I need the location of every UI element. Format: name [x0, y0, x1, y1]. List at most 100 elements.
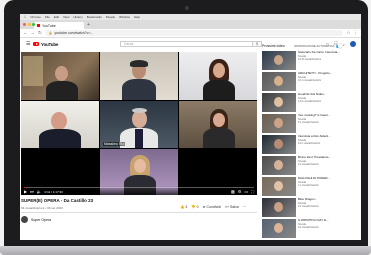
recommended-video[interactable]: ARCHITETTI - Progetto... Scuola 3,1 k visu… [262, 72, 342, 92]
participant-name-tag: Massimo Ruí [103, 142, 126, 146]
video-player[interactable]: Massimo Ruí ▶ ⏭ 🔈 0:11 / 1:17:33 ▩ ⚙ ▭ ⛶ [21, 52, 257, 195]
up-next-heading: Prossimi video [262, 44, 285, 48]
time-readout: 0:11 / 1:17:33 [44, 189, 63, 194]
autoplay-label: RIPRODUZIONE AUTOMATICA [294, 44, 335, 48]
channel-avatar[interactable] [21, 216, 28, 223]
recommended-video[interactable]: DIALOGHI DI PUDER... Scuola 1 k visualizza… [262, 177, 342, 197]
youtube-logo[interactable]: YouTube [33, 42, 58, 47]
forward-arrow-icon[interactable]: → [31, 30, 36, 36]
menubar-item[interactable]: Edit [54, 15, 59, 19]
recommended-video[interactable]: Bruno Zevi: Presidente... Scuola 2 k visua… [262, 156, 342, 176]
notifications-bell-icon[interactable]: ♪ [343, 42, 345, 47]
participant-tile [21, 101, 99, 148]
share-icon: ➦ [202, 205, 206, 209]
thumbs-down-icon: 👎 [191, 205, 196, 209]
menubar-item[interactable]: Bookmarks [87, 15, 102, 19]
progress-fill [24, 187, 27, 188]
browser-toolbar: ← → ↻ 🔒 youtube.com/watch?v=... ☆ ⋮ [20, 29, 361, 38]
menubar-item[interactable]: History [73, 15, 82, 19]
menubar-item[interactable]: Window [119, 15, 130, 19]
video-meta: 63 visualizzazioni • 09 set 2020 [21, 206, 63, 210]
participant-tile [179, 52, 257, 100]
recommended-video[interactable]: Blue Dragon... Scuola 4 k visualizzazioni [262, 198, 342, 218]
playlist-add-icon: ≡+ [224, 205, 230, 209]
thumbs-up-icon: 👍 [180, 205, 185, 209]
video-thumbnail[interactable] [262, 198, 296, 217]
video-thumbnail[interactable] [262, 93, 296, 112]
menubar-item[interactable]: Chrome [30, 15, 41, 19]
recommended-video[interactable]: Giancarlo De Carlo: Intervista... Scuola 1… [262, 51, 342, 71]
webcam [185, 6, 189, 10]
search-input[interactable]: Cerca [120, 41, 260, 47]
recommended-views: 12 k visualizzazioni [298, 141, 321, 145]
volume-icon[interactable]: 🔈 [37, 189, 42, 194]
more-options-icon[interactable]: ⋯ [243, 205, 247, 209]
search-icon: ⚲ [255, 42, 259, 46]
recommended-views: 5 k visualizzazioni [298, 120, 319, 124]
video-thumbnail[interactable] [262, 177, 296, 196]
recommended-title[interactable]: Giancarlo De Carlo: Intervista... [298, 51, 342, 55]
minimize-window-button[interactable] [27, 23, 31, 26]
channel-name[interactable]: Super Opera [31, 218, 51, 222]
window-controls [23, 23, 35, 26]
channel-row: Super Opera [21, 216, 51, 223]
like-button[interactable]: 👍 3 [180, 205, 187, 209]
browser-tab[interactable]: YouTube [34, 22, 84, 29]
laptop-frame:  Chrome File Edit View History Bookmark… [4, 0, 368, 250]
divider [21, 212, 257, 213]
recommended-views: 3,1 k visualizzazioni [298, 78, 321, 82]
share-button[interactable]: ➦ Condividi [203, 205, 221, 209]
video-thumbnail[interactable] [262, 219, 296, 238]
star-icon[interactable]: ☆ [346, 30, 350, 36]
new-tab-button[interactable]: + [87, 22, 90, 29]
recommended-video[interactable]: Intervista a Don Alderti... Scuola 12 k vi… [262, 135, 342, 155]
theater-mode-icon[interactable]: ▭ [244, 189, 248, 194]
menubar-item[interactable]: People [106, 15, 115, 19]
kebab-menu-icon[interactable]: ⋮ [354, 30, 359, 36]
menubar-item[interactable]: View [63, 15, 69, 19]
tab-title: YouTube [42, 23, 56, 28]
close-window-button[interactable] [23, 23, 26, 26]
recommended-video[interactable]: Houdinis Ibis Nidus... Scuola 1,8 k visual… [262, 93, 342, 113]
url-text: youtube.com/watch?v=... [54, 31, 94, 35]
zoom-window-button[interactable] [32, 23, 35, 26]
recommended-views: 9 k visualizzazioni [298, 225, 319, 229]
fullscreen-icon[interactable]: ⛶ [251, 189, 254, 194]
autoplay-control[interactable]: RIPRODUZIONE AUTOMATICA [294, 44, 342, 48]
video-thumbnail[interactable] [262, 72, 296, 91]
save-button[interactable]: ≡+ Salva [225, 205, 239, 209]
recommended-views: 1 k visualizzazioni [298, 183, 319, 187]
participant-tile [179, 101, 257, 148]
search-placeholder: Cerca [124, 42, 134, 46]
hamburger-menu-icon[interactable]: ☰ [26, 41, 30, 47]
video-thumbnail[interactable] [262, 156, 296, 175]
search-button[interactable]: ⚲ [252, 41, 262, 47]
youtube-logo-text: YouTube [40, 41, 59, 47]
recommended-video[interactable]: Yes i looking? is travel... Scuola 5 k vis… [262, 114, 342, 134]
next-icon[interactable]: ⏭ [30, 189, 34, 194]
video-title: SUPER(E) OPERA - Da Castillo 23 [21, 198, 94, 203]
user-avatar[interactable] [350, 41, 356, 47]
laptop-base [0, 246, 371, 255]
video-thumbnail[interactable] [262, 51, 296, 70]
address-bar[interactable]: 🔒 youtube.com/watch?v=... [44, 30, 344, 36]
menubar-item[interactable]: Help [134, 15, 140, 19]
menubar-item[interactable]: File [45, 15, 50, 19]
video-thumbnail[interactable] [262, 114, 296, 133]
settings-gear-icon[interactable]: ⚙ [238, 189, 242, 194]
autoplay-toggle[interactable] [336, 44, 342, 48]
apple-icon[interactable]:  [24, 15, 26, 19]
participant-tile: Massimo Ruí [100, 101, 178, 148]
recommended-views: 2 k visualizzazioni [298, 162, 319, 166]
back-arrow-icon[interactable]: ← [23, 30, 28, 36]
subtitles-icon[interactable]: ▩ [231, 189, 235, 194]
progress-bar[interactable] [24, 187, 254, 188]
youtube-favicon-icon [37, 24, 40, 27]
reload-icon[interactable]: ↻ [38, 30, 42, 36]
play-icon[interactable]: ▶ [24, 189, 27, 194]
video-thumbnail[interactable] [262, 135, 296, 154]
recommended-views: 1,8 k visualizzazioni [298, 99, 321, 103]
dislike-button[interactable]: 👎 0 [191, 205, 198, 209]
youtube-play-icon [33, 41, 40, 47]
recommended-video[interactable]: IL PRIMITIVO DAY E... Scuola 9 k visualizz… [262, 219, 342, 239]
